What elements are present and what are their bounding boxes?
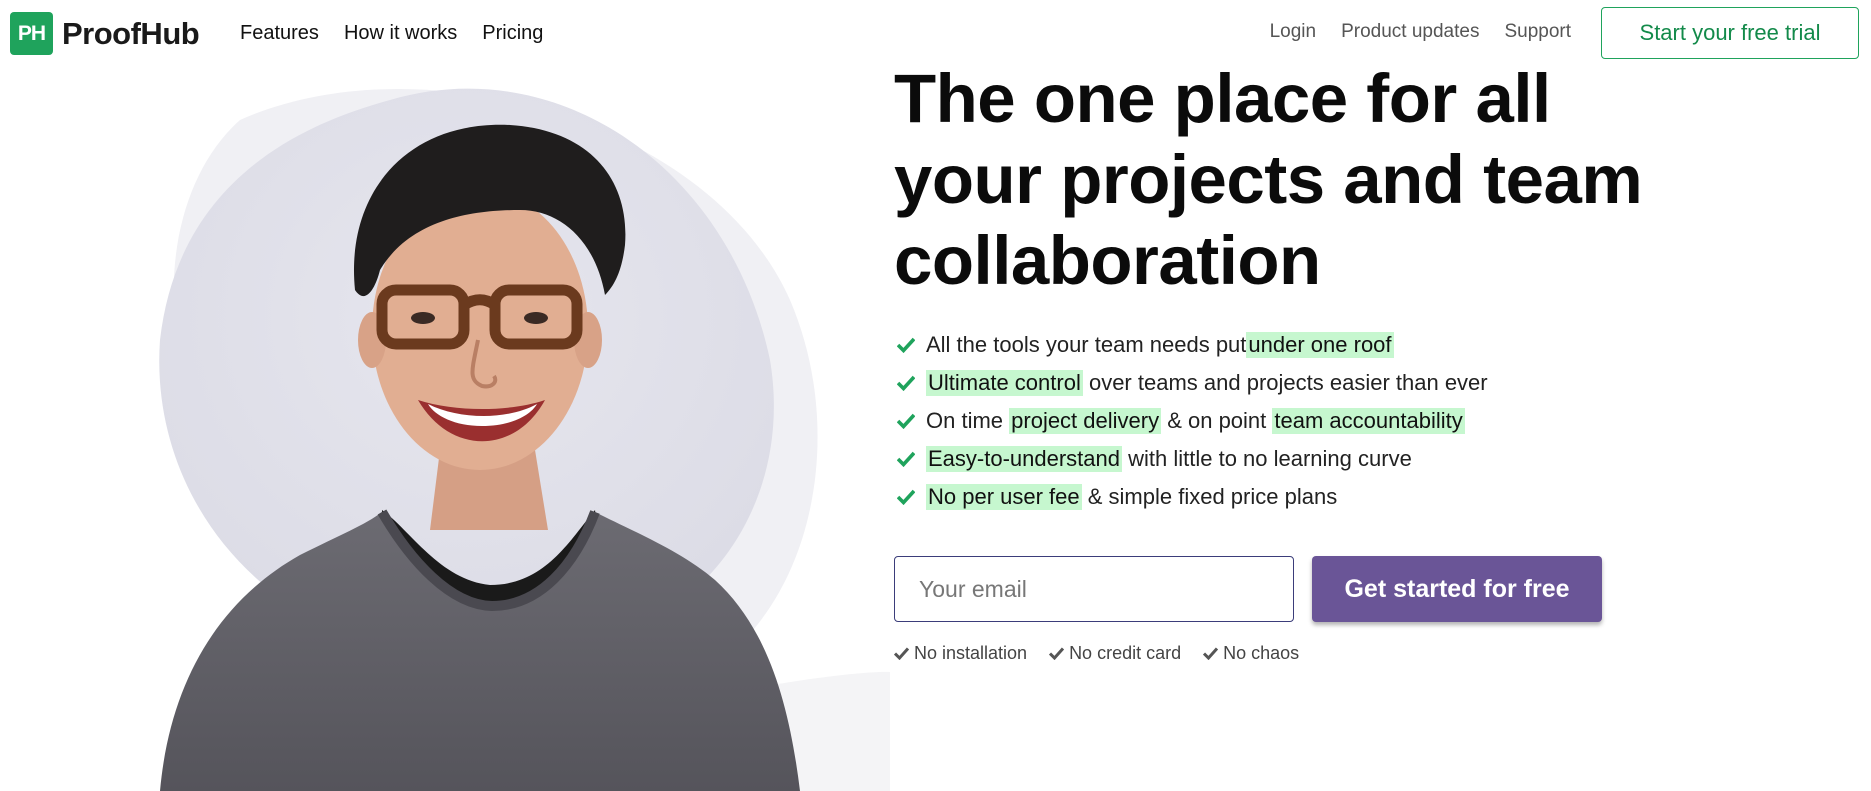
email-input[interactable] (894, 556, 1294, 622)
nav-login[interactable]: Login (1270, 21, 1317, 43)
logo-text: ProofHub (62, 15, 200, 51)
nav-product-updates[interactable]: Product updates (1341, 21, 1479, 43)
hero-headline: The one place for all your projects and … (894, 60, 1643, 299)
check-icon (894, 371, 918, 395)
perk-item: No credit card (1049, 643, 1181, 664)
perk-label: No credit card (1069, 643, 1182, 663)
nav-pricing[interactable]: Pricing (482, 22, 543, 45)
get-started-button[interactable]: Get started for free (1312, 556, 1602, 622)
feature-highlight: Easy-to-understand (926, 446, 1122, 472)
perk-item: No chaos (1203, 643, 1299, 664)
feature-text: with little to no learning curve (1122, 446, 1412, 471)
nav-support[interactable]: Support (1504, 21, 1571, 43)
proofhub-logo[interactable]: PH ProofHub (10, 12, 200, 55)
secondary-nav: Login Product updates Support (1270, 21, 1571, 43)
landing-page: PH ProofHub Features How it works Pricin… (0, 0, 1871, 791)
feature-item: Ultimate control over teams and projects… (894, 364, 1488, 402)
feature-text: & simple fixed price plans (1081, 484, 1338, 509)
check-icon (894, 485, 918, 509)
feature-highlight: team accountability (1272, 408, 1465, 434)
check-icon (1049, 647, 1065, 660)
start-free-trial-button[interactable]: Start your free trial (1601, 7, 1859, 59)
check-icon (894, 647, 909, 660)
feature-text: over teams and projects easier than ever (1082, 370, 1488, 395)
feature-highlight: No per user fee (926, 484, 1082, 510)
check-icon (894, 409, 918, 433)
feature-text: & on point (1161, 408, 1273, 433)
feature-item: No per user fee & simple fixed price pla… (894, 478, 1488, 516)
primary-nav: Features How it works Pricing (240, 22, 543, 45)
feature-text: All the tools your team needs put (926, 332, 1247, 357)
feature-item: On time project delivery & on point team… (894, 402, 1488, 440)
feature-text: On time (926, 408, 1010, 433)
check-icon (894, 333, 918, 357)
hero-portrait-image (159, 88, 890, 791)
logo-mark: PH (10, 12, 53, 55)
feature-highlight: under one roof (1246, 332, 1394, 358)
perk-item: No installation (894, 643, 1027, 664)
feature-highlight: project delivery (1009, 408, 1162, 434)
feature-item: All the tools your team needs put under … (894, 326, 1488, 364)
perk-label: No installation (914, 643, 1028, 663)
perk-list: No installation No credit card No chaos (894, 643, 1299, 664)
check-icon (1203, 647, 1219, 660)
feature-list: All the tools your team needs put under … (894, 326, 1488, 516)
check-icon (894, 447, 918, 471)
feature-item: Easy-to-understand with little to no lea… (894, 440, 1488, 478)
perk-label: No chaos (1223, 643, 1300, 663)
feature-highlight: Ultimate control (926, 370, 1083, 396)
nav-how-it-works[interactable]: How it works (344, 22, 457, 45)
nav-features[interactable]: Features (240, 22, 319, 45)
